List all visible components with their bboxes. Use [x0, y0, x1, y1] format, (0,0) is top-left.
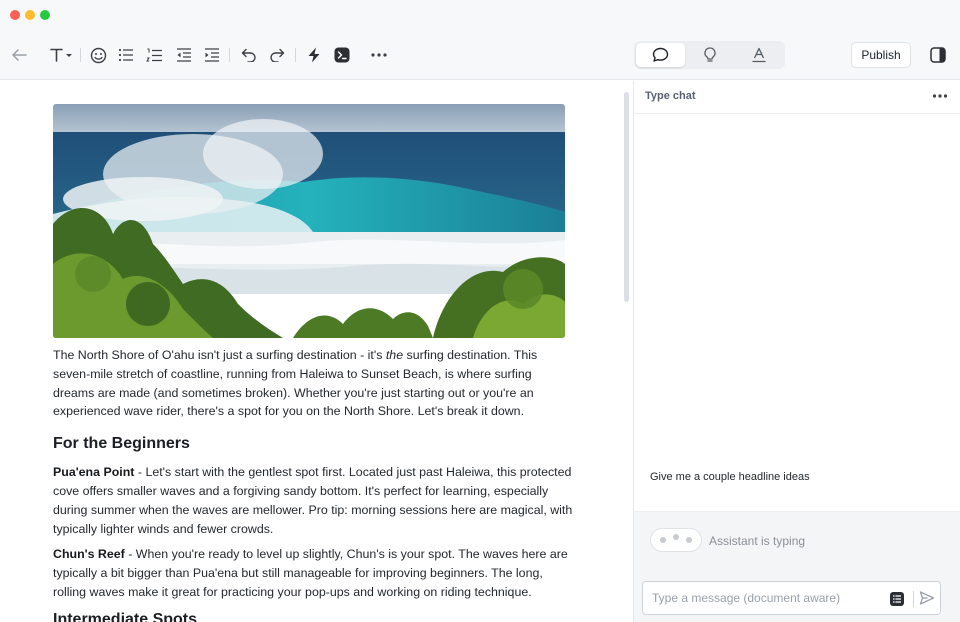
window-zoom-button[interactable] [40, 10, 50, 20]
intro-text: The North Shore of O'ahu isn't just a su… [53, 348, 386, 362]
toolbar-divider [80, 48, 81, 62]
toolbar-divider [229, 48, 230, 62]
undo-icon[interactable] [239, 42, 259, 68]
chat-composer [634, 569, 960, 622]
back-arrow-icon[interactable] [9, 42, 29, 68]
send-icon[interactable] [919, 590, 935, 611]
chat-message-input[interactable] [652, 589, 882, 607]
typing-status: Assistant is typing [709, 534, 806, 548]
more-icon[interactable] [368, 42, 390, 68]
editor-scrollbar[interactable] [624, 92, 629, 302]
bullet-list-icon[interactable] [116, 42, 136, 68]
assistant-typing-row: Assistant is typing [634, 511, 960, 569]
section-heading: For the Beginners [53, 435, 190, 453]
window-minimize-button[interactable] [25, 10, 35, 20]
input-divider [913, 591, 914, 607]
lightbulb-icon [703, 47, 716, 62]
more-icon[interactable] [932, 88, 948, 109]
article-body: The North Shore of O'ahu isn't just a su… [53, 346, 573, 622]
chat-bubble-icon [652, 47, 669, 62]
lightning-icon[interactable] [304, 42, 324, 68]
article-intro: The North Shore of O'ahu isn't just a su… [53, 346, 573, 421]
user-message: Give me a couple headline ideas [650, 471, 810, 483]
style-mode-tab[interactable] [734, 43, 783, 67]
text-color-icon [751, 47, 766, 63]
text-style-icon[interactable] [48, 42, 74, 68]
spot-name: Pua'ena Point [53, 465, 135, 480]
spot-description: - When you're ready to level up slightly… [53, 547, 568, 599]
chat-panel: Type chat Give me a couple headline idea… [634, 81, 960, 622]
chat-input-box[interactable] [642, 581, 941, 615]
chat-title: Type chat [645, 90, 696, 102]
window-close-button[interactable] [10, 10, 20, 20]
spot-name: Chun's Reef [53, 547, 125, 562]
toolbar-divider [295, 48, 296, 62]
typing-indicator [650, 528, 702, 552]
chat-mode-tab[interactable] [636, 43, 685, 67]
sidebar-toggle-icon[interactable] [928, 42, 948, 68]
redo-icon[interactable] [267, 42, 287, 68]
publish-button[interactable]: Publish [851, 42, 911, 68]
mode-switcher [634, 41, 785, 69]
ideas-mode-tab[interactable] [685, 43, 734, 67]
emoji-icon[interactable] [88, 42, 108, 68]
document-context-icon[interactable] [889, 591, 905, 612]
editor-toolbar: Publish [0, 30, 960, 80]
spot-paragraph: Pua'ena Point - Let's start with the gen… [53, 463, 573, 538]
numbered-list-icon[interactable] [144, 42, 164, 68]
spot-paragraph: Chun's Reef - When you're ready to level… [53, 545, 573, 601]
terminal-icon[interactable] [332, 42, 352, 68]
outdent-icon[interactable] [174, 42, 194, 68]
article-hero-image [53, 104, 565, 338]
section-heading: Intermediate Spots [53, 610, 198, 622]
chat-header: Type chat [634, 81, 960, 114]
indent-icon[interactable] [202, 42, 222, 68]
window-titlebar [0, 0, 960, 30]
intro-emphasis: the [385, 348, 404, 362]
